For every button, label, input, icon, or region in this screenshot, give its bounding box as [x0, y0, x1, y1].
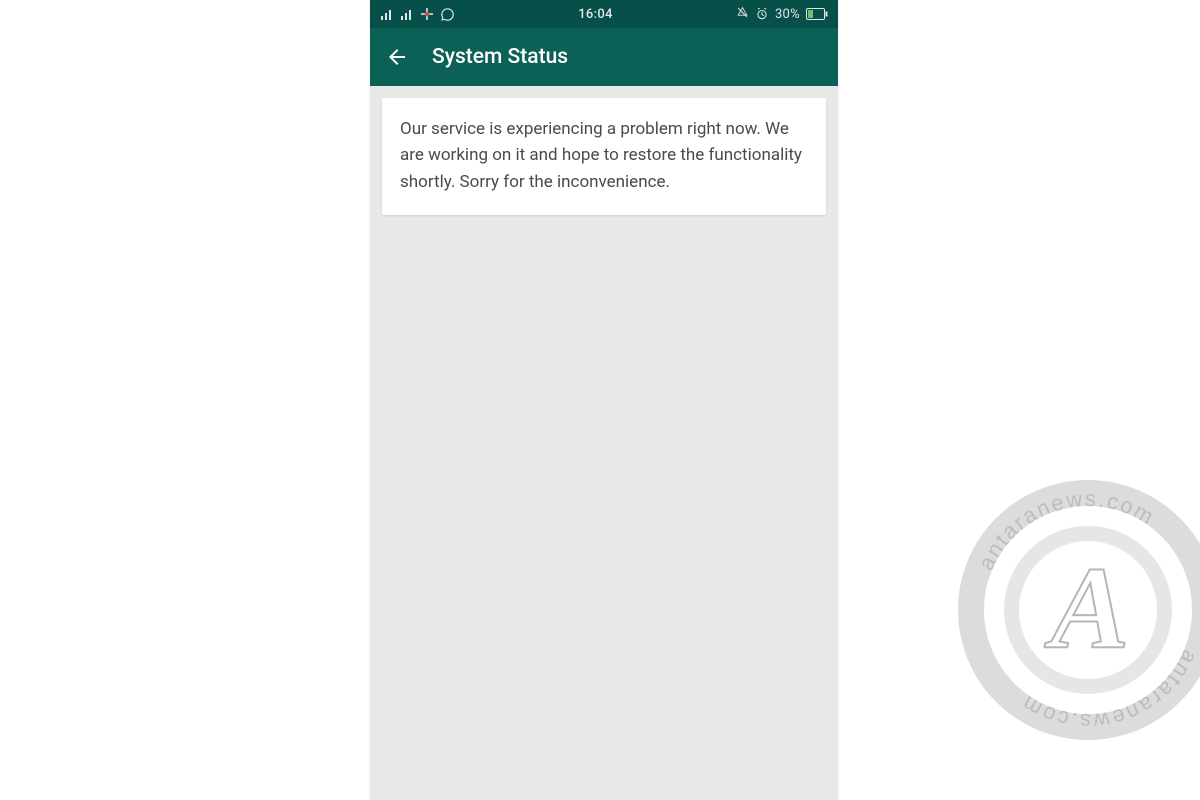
status-right: 30% — [736, 6, 828, 23]
watermark: antaranews.com antaranews.com A — [958, 480, 1200, 740]
alarm-icon — [755, 7, 769, 21]
status-bar: 16:04 30% — [370, 0, 838, 28]
battery-percentage: 30% — [775, 7, 800, 22]
battery-icon — [806, 8, 828, 20]
do-not-disturb-icon — [736, 6, 749, 23]
back-button[interactable] — [384, 44, 410, 70]
whatsapp-icon — [440, 7, 455, 22]
svg-text:antaranews.com: antaranews.com — [973, 486, 1160, 574]
app-bar: System Status — [370, 28, 838, 86]
content-area: Our service is experiencing a problem ri… — [370, 86, 838, 800]
page-title: System Status — [432, 45, 568, 69]
status-time: 16:04 — [578, 7, 612, 22]
back-arrow-icon — [385, 45, 409, 69]
status-message-card: Our service is experiencing a problem ri… — [382, 98, 826, 215]
watermark-glyph: A — [960, 478, 1200, 738]
status-message-text: Our service is experiencing a problem ri… — [400, 119, 802, 192]
watermark-ring-inner — [1004, 526, 1172, 694]
status-left — [380, 7, 455, 22]
no-data-icon — [420, 7, 434, 21]
watermark-text: antaranews.com — [973, 486, 1160, 574]
signal-icon — [380, 8, 394, 20]
signal-icon — [400, 8, 414, 20]
watermark-ring-outer — [958, 480, 1200, 740]
watermark-ring-text: antaranews.com antaranews.com — [958, 480, 1200, 740]
phone-frame: 16:04 30% System Status Our service is e… — [370, 0, 838, 800]
svg-text:antaranews.com: antaranews.com — [1016, 646, 1200, 734]
watermark-text-2: antaranews.com — [1016, 646, 1200, 734]
